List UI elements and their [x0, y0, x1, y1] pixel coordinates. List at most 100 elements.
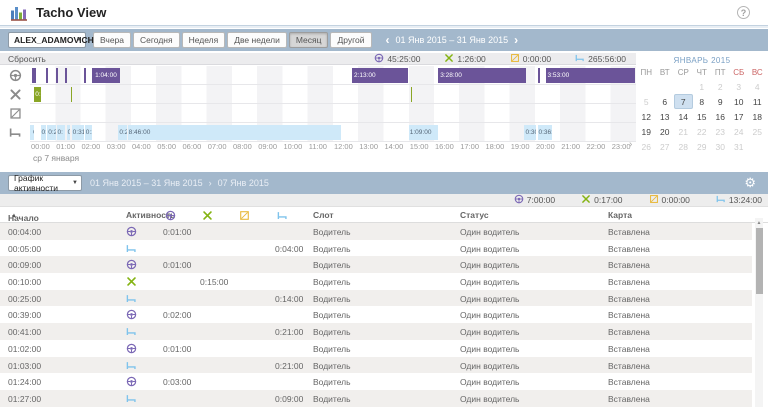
work-segment[interactable] [411, 87, 412, 102]
column-availability-icon[interactable] [239, 210, 250, 223]
scrollbar-thumb[interactable] [756, 228, 763, 294]
calendar-day[interactable]: 8 [693, 94, 712, 109]
rest-segment[interactable]: 0:2 [118, 125, 126, 140]
rest-segment[interactable]: 0:21 [47, 125, 56, 140]
prev-period-icon[interactable]: ‹ [386, 35, 390, 45]
calendar-day[interactable]: 30 [711, 139, 730, 154]
table-row[interactable]: 00:39:000:02:00ВодительОдин водительВста… [0, 306, 752, 323]
rest-segment[interactable]: 1:09:00 [409, 125, 438, 140]
calendar-day[interactable]: 10 [730, 94, 749, 109]
work-duration-cell: 0:15:00 [200, 277, 228, 287]
table-row[interactable]: 00:04:000:01:00ВодительОдин водительВста… [0, 223, 752, 240]
timeline-lane-availability[interactable] [30, 104, 636, 123]
table-row[interactable]: 00:05:000:04:00ВодительОдин водительВста… [0, 240, 752, 257]
timeline-lane-rest[interactable]: 0:0:20:210:0:10:31:00:10:28:46:001:09:00… [30, 123, 636, 142]
calendar-day[interactable]: 23 [711, 124, 730, 139]
calendar-month-title[interactable]: ЯНВАРЬ 2015 [637, 56, 767, 65]
calendar-day[interactable]: 11 [748, 94, 767, 109]
calendar-day[interactable]: 14 [674, 109, 693, 124]
calendar-day[interactable]: 21 [674, 124, 693, 139]
column-driving-icon[interactable] [165, 210, 176, 223]
calendar-day[interactable]: 31 [730, 139, 749, 154]
driving-segment[interactable]: 1:04:00 [93, 68, 120, 83]
rest-segment[interactable]: 0:36:0 [538, 125, 552, 140]
view-select[interactable]: График активности ▼ [8, 175, 82, 191]
driving-segment[interactable]: 3:28:00 [438, 68, 526, 83]
driving-segment[interactable] [65, 68, 67, 83]
rest-segment[interactable]: 0:1 [85, 125, 92, 140]
table-row[interactable]: 00:09:000:01:00ВодительОдин водительВста… [0, 256, 752, 273]
column-card[interactable]: Карта [608, 210, 632, 220]
calendar-day[interactable]: 27 [656, 139, 675, 154]
column-status[interactable]: Статус [460, 210, 489, 220]
driving-segment[interactable] [34, 68, 36, 83]
driving-segment[interactable] [84, 68, 86, 83]
calendar-day[interactable]: 18 [748, 109, 767, 124]
calendar-day[interactable]: 7 [674, 94, 693, 109]
range-button-yesterday[interactable]: Вчера [93, 32, 131, 48]
table-row[interactable]: 00:41:000:21:00ВодительОдин водительВста… [0, 323, 752, 340]
calendar-day[interactable]: 2 [711, 79, 730, 94]
calendar-day[interactable]: 15 [693, 109, 712, 124]
table-row[interactable]: 01:24:000:03:00ВодительОдин водительВста… [0, 373, 752, 390]
calendar-day[interactable]: 28 [674, 139, 693, 154]
calendar-day[interactable]: 13 [656, 109, 675, 124]
calendar-day[interactable]: 19 [637, 124, 656, 139]
table-row[interactable]: 01:02:000:01:00ВодительОдин водительВста… [0, 340, 752, 357]
table-row[interactable]: 00:10:000:15:00ВодительОдин водительВста… [0, 273, 752, 290]
work-segment[interactable]: 0:15:00 [34, 87, 40, 102]
driving-segment[interactable] [56, 68, 58, 83]
rest-segment[interactable]: 0:1 [67, 125, 71, 140]
calendar-day[interactable]: 26 [637, 139, 656, 154]
range-button-week[interactable]: Неделя [182, 32, 226, 48]
help-icon[interactable]: ? [737, 6, 750, 19]
calendar-day[interactable]: 20 [656, 124, 675, 139]
driving-duration-cell: 0:01:00 [163, 260, 191, 270]
calendar-day[interactable]: 16 [711, 109, 730, 124]
calendar-day[interactable]: 6 [656, 94, 675, 109]
calendar-day[interactable]: 22 [693, 124, 712, 139]
range-button-custom[interactable]: Другой [330, 32, 371, 48]
rest-segment[interactable]: 0:30: [524, 125, 536, 140]
table-row[interactable]: 01:03:000:21:00ВодительОдин водительВста… [0, 357, 752, 374]
timeline-lane-work[interactable]: 0:15:00 [30, 85, 636, 104]
table-row[interactable]: 00:25:000:14:00ВодительОдин водительВста… [0, 290, 752, 307]
reset-button[interactable]: Сбросить [8, 54, 46, 64]
calendar-day[interactable]: 17 [730, 109, 749, 124]
rest-segment[interactable]: 0: [57, 125, 66, 140]
timeline-lane-driving[interactable]: 1:04:00 2:13:00 3:28:00 3:53:00 [30, 66, 636, 85]
column-rest-icon[interactable] [277, 210, 288, 223]
range-button-today[interactable]: Сегодня [133, 32, 180, 48]
driver-select[interactable]: ALEX_ADAMOVICH ▼ [8, 32, 86, 48]
calendar-day[interactable]: 24 [730, 124, 749, 139]
rest-icon [126, 360, 137, 373]
work-segment[interactable] [71, 87, 72, 102]
next-period-icon[interactable]: › [514, 35, 518, 45]
rest-segment[interactable]: 0: [32, 125, 34, 140]
column-work-icon[interactable] [202, 210, 213, 223]
calendar-collapse-icon[interactable]: › [629, 139, 632, 150]
table-scrollbar[interactable]: ▲ [755, 218, 763, 407]
driving-segment[interactable]: 2:13:00 [352, 68, 408, 83]
range-button-two-weeks[interactable]: Две недели [227, 32, 287, 48]
calendar-day[interactable]: 25 [748, 124, 767, 139]
calendar-day[interactable]: 29 [693, 139, 712, 154]
rest-segment[interactable]: 8:46:00 [128, 125, 342, 140]
calendar-day[interactable]: 5 [637, 94, 656, 109]
driving-segment[interactable] [46, 68, 48, 83]
scroll-up-icon[interactable]: ▲ [755, 218, 763, 227]
column-slot[interactable]: Слот [313, 210, 334, 220]
rest-segment[interactable]: 0:2 [41, 125, 47, 140]
table-row[interactable]: 01:27:000:09:00ВодительОдин водительВста… [0, 390, 752, 407]
calendar-day[interactable]: 12 [637, 109, 656, 124]
driving-segment[interactable] [538, 68, 540, 83]
calendar-day[interactable]: 9 [711, 94, 730, 109]
calendar-day[interactable]: 3 [730, 79, 749, 94]
driving-segment[interactable]: 3:53:00 [546, 68, 636, 83]
breadcrumb-range[interactable]: 01 Янв 2015 – 31 Янв 2015 [90, 178, 203, 188]
settings-gear-icon[interactable]: ⚙ [744, 175, 756, 190]
calendar-day[interactable]: 4 [748, 79, 767, 94]
range-button-month[interactable]: Месяц [289, 32, 329, 48]
rest-segment[interactable]: 0:31:0 [72, 125, 84, 140]
calendar-day[interactable]: 1 [693, 79, 712, 94]
